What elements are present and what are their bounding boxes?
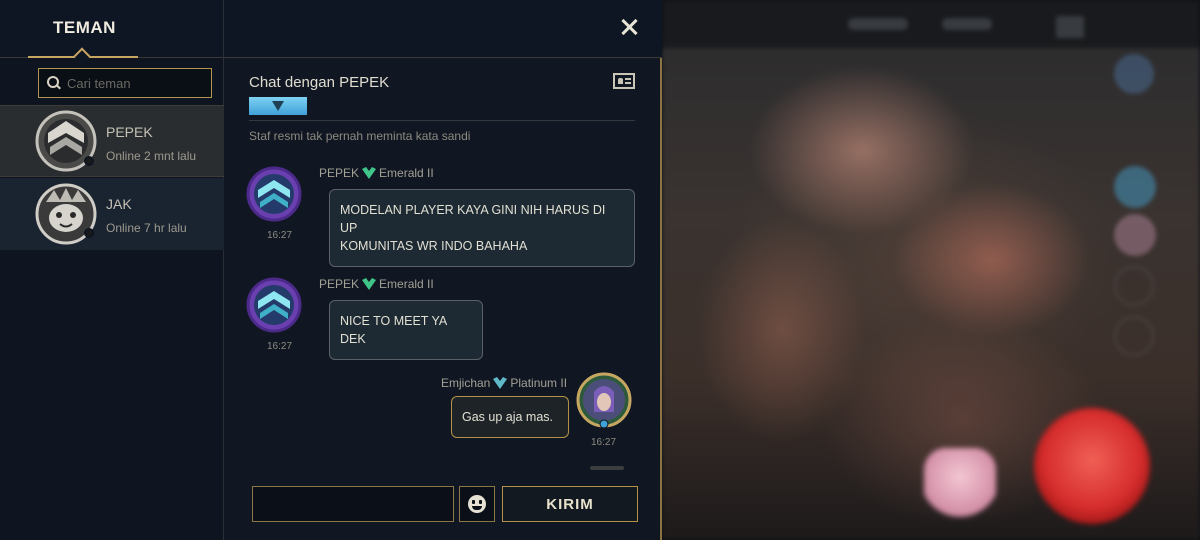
currency-indicator: [942, 18, 992, 30]
chat-panel: Chat dengan PEPEK Staf resmi tak pernah …: [224, 0, 662, 540]
own-avatar[interactable]: [576, 372, 632, 428]
emoji-button[interactable]: [459, 486, 495, 522]
profile-icon-blurred: [1114, 54, 1154, 94]
friend-name: PEPEK: [106, 124, 153, 140]
sender-name: Emjichan: [441, 376, 491, 390]
profile-card-icon[interactable]: [613, 73, 635, 89]
sender-avatar[interactable]: [246, 166, 302, 222]
sender-name: PEPEK: [319, 277, 360, 291]
message-sender-info: Emjichan Platinum II: [441, 376, 567, 390]
friend-name: JAK: [106, 196, 132, 212]
sender-rank: Platinum II: [510, 376, 568, 390]
rank-emblem-icon: [272, 101, 284, 111]
store-icon: [1056, 16, 1084, 38]
side-button-icon: [1114, 316, 1154, 356]
emerald-rank-icon: [362, 278, 377, 290]
message-text: NICE TO MEET YA DEK: [340, 314, 447, 346]
friend-item-pepek[interactable]: PEPEK Online 2 mnt lalu: [0, 105, 224, 177]
friend-last-online: Online 2 mnt lalu: [106, 149, 197, 163]
sender-rank: Emerald II: [379, 166, 434, 180]
send-button[interactable]: KIRIM: [502, 486, 638, 522]
offline-status-dot: [84, 156, 94, 166]
message-bubble: NICE TO MEET YA DEK: [329, 300, 483, 360]
divider: [249, 120, 635, 121]
message-time: 16:27: [591, 437, 617, 448]
game-top-bar: [662, 0, 1200, 48]
friend-last-online: Online 7 hr lalu: [106, 221, 187, 235]
sender-rank: Emerald II: [379, 277, 434, 291]
offline-status-dot: [84, 228, 94, 238]
friends-tab-title[interactable]: TEMAN: [53, 18, 116, 38]
friends-panel: TEMAN PEPEK Online 2 mnt lalu JAK Online…: [0, 0, 224, 540]
platinum-rank-icon: [493, 377, 508, 389]
friends-header: TEMAN: [0, 0, 223, 65]
message-sender-info: PEPEK Emerald II: [319, 166, 434, 180]
friend-item-jak[interactable]: JAK Online 7 hr lalu: [0, 178, 224, 250]
security-notice: Staf resmi tak pernah meminta kata sandi: [249, 129, 471, 143]
emoji-icon: [468, 495, 486, 513]
message-time: 16:27: [267, 341, 293, 352]
chat-header-bar: [224, 0, 662, 58]
chat-title: Chat dengan PEPEK: [249, 74, 390, 91]
chat-message-input[interactable]: [252, 486, 454, 522]
friend-search-box[interactable]: [38, 68, 212, 98]
side-button-icon: [1114, 266, 1154, 306]
side-button-icon: [1114, 166, 1156, 208]
side-button-icon: [1114, 214, 1156, 256]
currency-indicator: [848, 18, 908, 30]
play-button: [1034, 408, 1150, 524]
message-time: 16:27: [267, 230, 293, 241]
message-text-line: MODELAN PLAYER KAYA GINI NIH HARUS DI UP: [340, 203, 606, 235]
search-icon: [47, 76, 61, 90]
message-sender-info: PEPEK Emerald II: [319, 277, 434, 291]
rank-banner: [249, 97, 307, 115]
message-bubble: MODELAN PLAYER KAYA GINI NIH HARUS DI UP…: [329, 189, 635, 267]
sender-name: PEPEK: [319, 166, 360, 180]
tab-chevron-icon: [73, 47, 91, 65]
emerald-rank-icon: [362, 167, 377, 179]
sender-avatar[interactable]: [246, 277, 302, 333]
message-text: Gas up aja mas.: [462, 410, 554, 424]
own-message-bubble: Gas up aja mas.: [451, 396, 569, 438]
message-text-line: KOMUNITAS WR INDO BAHAHA: [340, 239, 528, 253]
game-background: [662, 0, 1200, 540]
close-icon[interactable]: [620, 18, 638, 36]
scroll-fade: [590, 466, 624, 470]
friend-search-input[interactable]: [67, 75, 207, 91]
pet-icon: [924, 448, 996, 520]
